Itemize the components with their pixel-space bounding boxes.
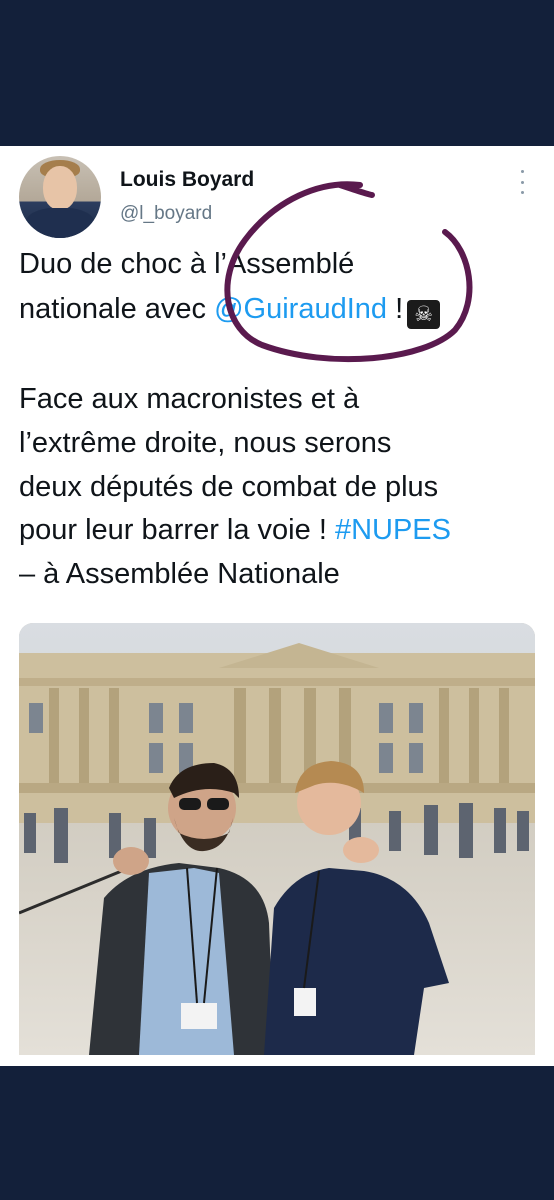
location-tag[interactable]: – à Assemblée Nationale	[19, 552, 539, 597]
bottom-dark-band	[0, 1066, 554, 1200]
tweet-photo[interactable]	[19, 623, 535, 1055]
photo-illustration	[19, 623, 535, 1055]
more-options-icon[interactable]	[516, 170, 528, 194]
hashtag-link[interactable]: #NUPES	[335, 514, 451, 546]
tweet-text-line: Duo de choc à l’Assemblé	[19, 248, 355, 280]
tweet-text-line: nationale avec @GuiraudInd ! ☠	[19, 287, 539, 332]
tweet-text-line: pour leur barrer la voie ! #NUPES	[19, 514, 451, 546]
tweet-text-line: l’extrême droite, nous serons	[19, 427, 392, 459]
tweet-text-line: Face aux macronistes et à	[19, 383, 360, 415]
mention-link[interactable]: @GuiraudInd	[214, 293, 387, 325]
top-dark-band	[0, 0, 554, 146]
skull-and-crossbones-icon: ☠	[407, 300, 441, 329]
author-avatar[interactable]	[19, 156, 101, 238]
author-handle[interactable]: @l_boyard	[120, 203, 212, 225]
tweet-text-line: deux députés de combat de plus	[19, 471, 439, 503]
author-name[interactable]: Louis Boyard	[120, 168, 254, 192]
